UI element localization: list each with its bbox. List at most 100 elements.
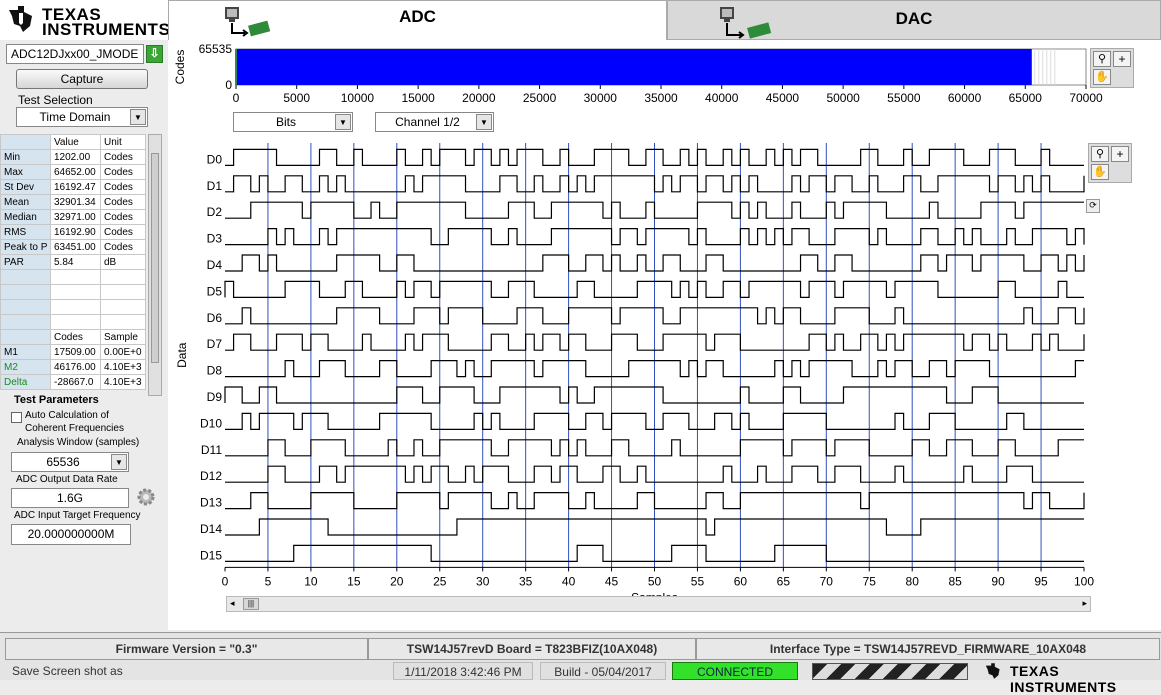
table-row: Mean 32901.34 Codes [0, 194, 146, 210]
x-tick-label: 10 [304, 574, 318, 588]
reset-zoom-icon[interactable]: ⟳ [1086, 199, 1100, 213]
table-row [0, 284, 146, 300]
bit-label: D6 [207, 311, 223, 325]
table-cell [100, 269, 146, 285]
stats-scrollbar[interactable] [148, 134, 162, 396]
bit-label: D10 [200, 416, 222, 430]
table-cell: 0.00E+0 [100, 344, 146, 360]
table-row: Peak to P 63451.00 Codes [0, 239, 146, 255]
bit-label: D0 [207, 152, 223, 166]
table-cell: PAR [0, 254, 51, 270]
interface-type: Interface Type = TSW14J57REVD_FIRMWARE_1… [696, 638, 1160, 660]
chevron-down-icon[interactable]: ▼ [130, 109, 146, 125]
table-cell: Delta [0, 374, 51, 390]
table-cell: Codes [100, 224, 146, 240]
input-freq-input[interactable]: 20.000000000M [11, 524, 131, 545]
overview-ylabel: Codes [173, 50, 187, 85]
auto-calc-label-1: Auto Calculation of [25, 410, 109, 421]
ti-footer-logo: TEXAS INSTRUMENTS [984, 662, 1159, 695]
output-rate-label: ADC Output Data Rate [16, 474, 118, 485]
scroll-left-icon[interactable]: ◂ [230, 598, 235, 609]
scroll-thumb[interactable]: ||| [243, 598, 259, 610]
device-select[interactable]: ADC12DJxx00_JMODE [6, 44, 144, 64]
table-cell [100, 314, 146, 330]
x-tick-label: 30 [476, 574, 490, 588]
table-cell: 5.84 [50, 254, 101, 270]
output-rate-input[interactable]: 1.6G [11, 488, 129, 508]
crosshair-icon[interactable]: + [1111, 146, 1129, 162]
chevron-down-icon[interactable]: ▼ [476, 114, 492, 130]
tab-adc[interactable]: ADC [168, 0, 667, 40]
output-rate-value: 1.6G [56, 491, 83, 505]
overview-tick-label: 35000 [644, 91, 678, 105]
channel-select-value: Channel 1/2 [395, 115, 460, 129]
x-tick-label: 75 [863, 574, 877, 588]
crosshair-icon[interactable]: + [1113, 51, 1131, 67]
overview-tick-label: 20000 [462, 91, 496, 105]
overview-tick-label: 15000 [401, 91, 435, 105]
chevron-down-icon[interactable]: ▼ [335, 114, 351, 130]
bit-label: D1 [207, 179, 223, 193]
build-date: Build - 05/04/2017 [540, 662, 666, 680]
board-info: TSW14J57revD Board = T823BFIZ(10AX048) [368, 638, 696, 660]
test-selection-value: Time Domain [39, 110, 111, 124]
download-arrow-icon[interactable]: ⇩ [146, 45, 163, 63]
ti-logo: TEXAS INSTRUMENTS [0, 0, 170, 40]
activity-indicator [812, 663, 968, 680]
overview-ymax-label: 65535 [199, 42, 233, 56]
zoom-icon[interactable]: ⚲ [1091, 146, 1109, 162]
bit-label: D7 [207, 337, 223, 351]
table-cell [100, 299, 146, 315]
scroll-right-icon[interactable]: ▸ [1082, 598, 1087, 609]
overview-tick-label: 10000 [341, 91, 375, 105]
table-cell [0, 284, 51, 300]
table-cell: St Dev [0, 179, 51, 195]
channel-select[interactable]: Channel 1/2 ▼ [375, 112, 494, 132]
capture-button[interactable]: Capture [16, 69, 148, 89]
table-cell: 16192.47 [50, 179, 101, 195]
analysis-window-dropdown[interactable]: 65536 ▼ [11, 452, 129, 472]
zoom-icon[interactable]: ⚲ [1093, 51, 1111, 67]
display-select[interactable]: Bits ▼ [233, 112, 353, 132]
x-tick-label: 15 [347, 574, 361, 588]
table-cell: M1 [0, 344, 51, 360]
table-row [0, 299, 146, 315]
ti-logo-icon [985, 663, 1000, 679]
table-cell: Unit [100, 134, 146, 150]
test-params-title: Test Parameters [14, 394, 99, 406]
overview-zoom-tools: ⚲ + ✋ [1090, 48, 1134, 88]
x-tick-label: 5 [265, 574, 272, 588]
auto-calc-checkbox[interactable] [11, 412, 22, 423]
x-tick-label: 95 [1034, 574, 1048, 588]
table-row: M2 46176.00 4.10E+3 [0, 359, 146, 375]
table-cell: 64652.00 [50, 164, 101, 180]
table-cell [0, 314, 51, 330]
tab-dac[interactable]: DAC [667, 0, 1161, 40]
screenshot-label[interactable]: Save Screen shot as [12, 662, 123, 680]
table-row [0, 269, 146, 285]
table-header: Value Unit [0, 134, 146, 150]
bit-label: D12 [200, 469, 222, 483]
x-tick-label: 55 [691, 574, 705, 588]
test-selection-dropdown[interactable]: Time Domain ▼ [16, 107, 148, 127]
connection-status: CONNECTED [672, 662, 798, 680]
chart-scrollbar[interactable]: ◂ ||| ▸ [226, 596, 1091, 612]
pan-hand-icon[interactable]: ✋ [1093, 69, 1111, 85]
table-cell: Codes [100, 209, 146, 225]
firmware-version: Firmware Version = "0.3" [5, 638, 368, 660]
bit-label: D11 [201, 443, 222, 457]
overview-tick-label: 60000 [948, 91, 982, 105]
pan-hand-icon[interactable]: ✋ [1091, 164, 1109, 180]
chevron-down-icon[interactable]: ▼ [111, 454, 127, 470]
bit-label: D9 [207, 390, 223, 404]
table-cell: Median [0, 209, 51, 225]
table-cell [50, 269, 101, 285]
table-cell: dB [100, 254, 146, 270]
digital-bit-chart: D0 D1 D2 D3 D4 D5 D6 D7 D8 D9 D10 D11 D12 D13 D14 D150 5… [175, 143, 1094, 597]
x-tick-label: 40 [562, 574, 576, 588]
gear-icon[interactable] [135, 486, 157, 508]
y-axis-label: Data [175, 342, 189, 368]
table-cell: Codes [100, 149, 146, 165]
table-cell: 32971.00 [50, 209, 101, 225]
overview-data-fill [236, 49, 1032, 85]
